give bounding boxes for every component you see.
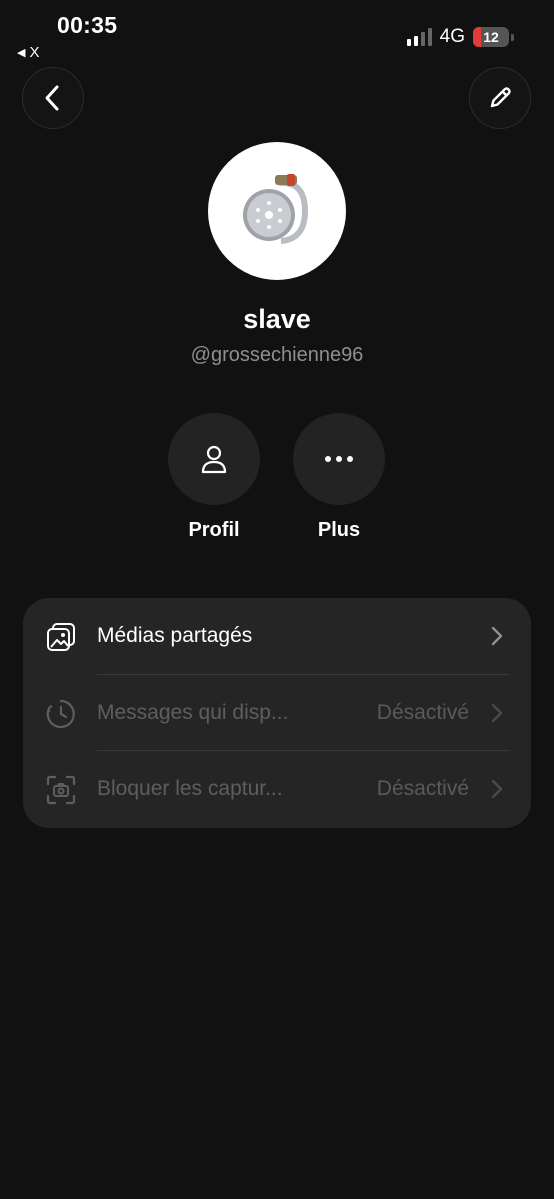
shared-media-label: Médias partagés: [97, 624, 253, 647]
chevron-right-icon: [491, 626, 503, 646]
person-icon: [201, 445, 227, 474]
more-action-button[interactable]: Plus: [293, 413, 385, 542]
back-button[interactable]: [22, 67, 84, 129]
back-triangle-icon: ◀: [17, 47, 26, 59]
timer-icon: [45, 698, 77, 730]
profile-action-button[interactable]: Profil: [168, 413, 260, 542]
disappearing-messages-row[interactable]: Messages qui disp... Désactivé: [23, 675, 531, 751]
disappearing-messages-label: Messages qui disp...: [97, 701, 289, 724]
photos-icon: [45, 621, 77, 653]
cellular-signal-icon: [406, 28, 432, 46]
contact-name: slave: [243, 304, 311, 334]
network-type: 4G: [439, 26, 465, 47]
settings-card: Médias partagés Messages qui disp... Dés…: [23, 598, 531, 828]
back-to-app-link[interactable]: ◀ X: [17, 44, 39, 61]
more-horizontal-icon: [325, 456, 353, 462]
battery-level: 12: [483, 29, 499, 45]
disappearing-messages-value: Désactivé: [376, 701, 469, 724]
pencil-icon: [490, 87, 511, 108]
more-action-label: Plus: [317, 519, 361, 541]
shared-media-row[interactable]: Médias partagés: [23, 598, 531, 674]
block-screenshots-row[interactable]: Bloquer les captur... Désactivé: [23, 751, 531, 827]
block-screenshots-value: Désactivé: [376, 777, 469, 800]
avatar[interactable]: [208, 142, 346, 280]
screenshot-camera-icon: [45, 774, 77, 806]
avatar-image: [243, 174, 309, 244]
status-time: 00:35: [57, 12, 118, 38]
chevron-left-icon: [45, 85, 59, 111]
profile-action-label: Profil: [188, 519, 240, 541]
block-screenshots-label: Bloquer les captur...: [97, 777, 283, 800]
more-action-circle[interactable]: [293, 413, 385, 505]
contact-handle: @grossechienne96: [190, 344, 364, 366]
edit-button[interactable]: [469, 67, 531, 129]
battery-icon: 12: [473, 27, 509, 47]
contact-details-screen: 00:35 ◀ X 4G 12 slave @grossechienne96 P…: [0, 0, 554, 1199]
status-indicators: 4G 12: [406, 26, 514, 48]
back-app-label: X: [29, 44, 40, 61]
chevron-right-icon: [491, 779, 503, 799]
profile-action-circle[interactable]: [168, 413, 260, 505]
chevron-right-icon: [491, 703, 503, 723]
